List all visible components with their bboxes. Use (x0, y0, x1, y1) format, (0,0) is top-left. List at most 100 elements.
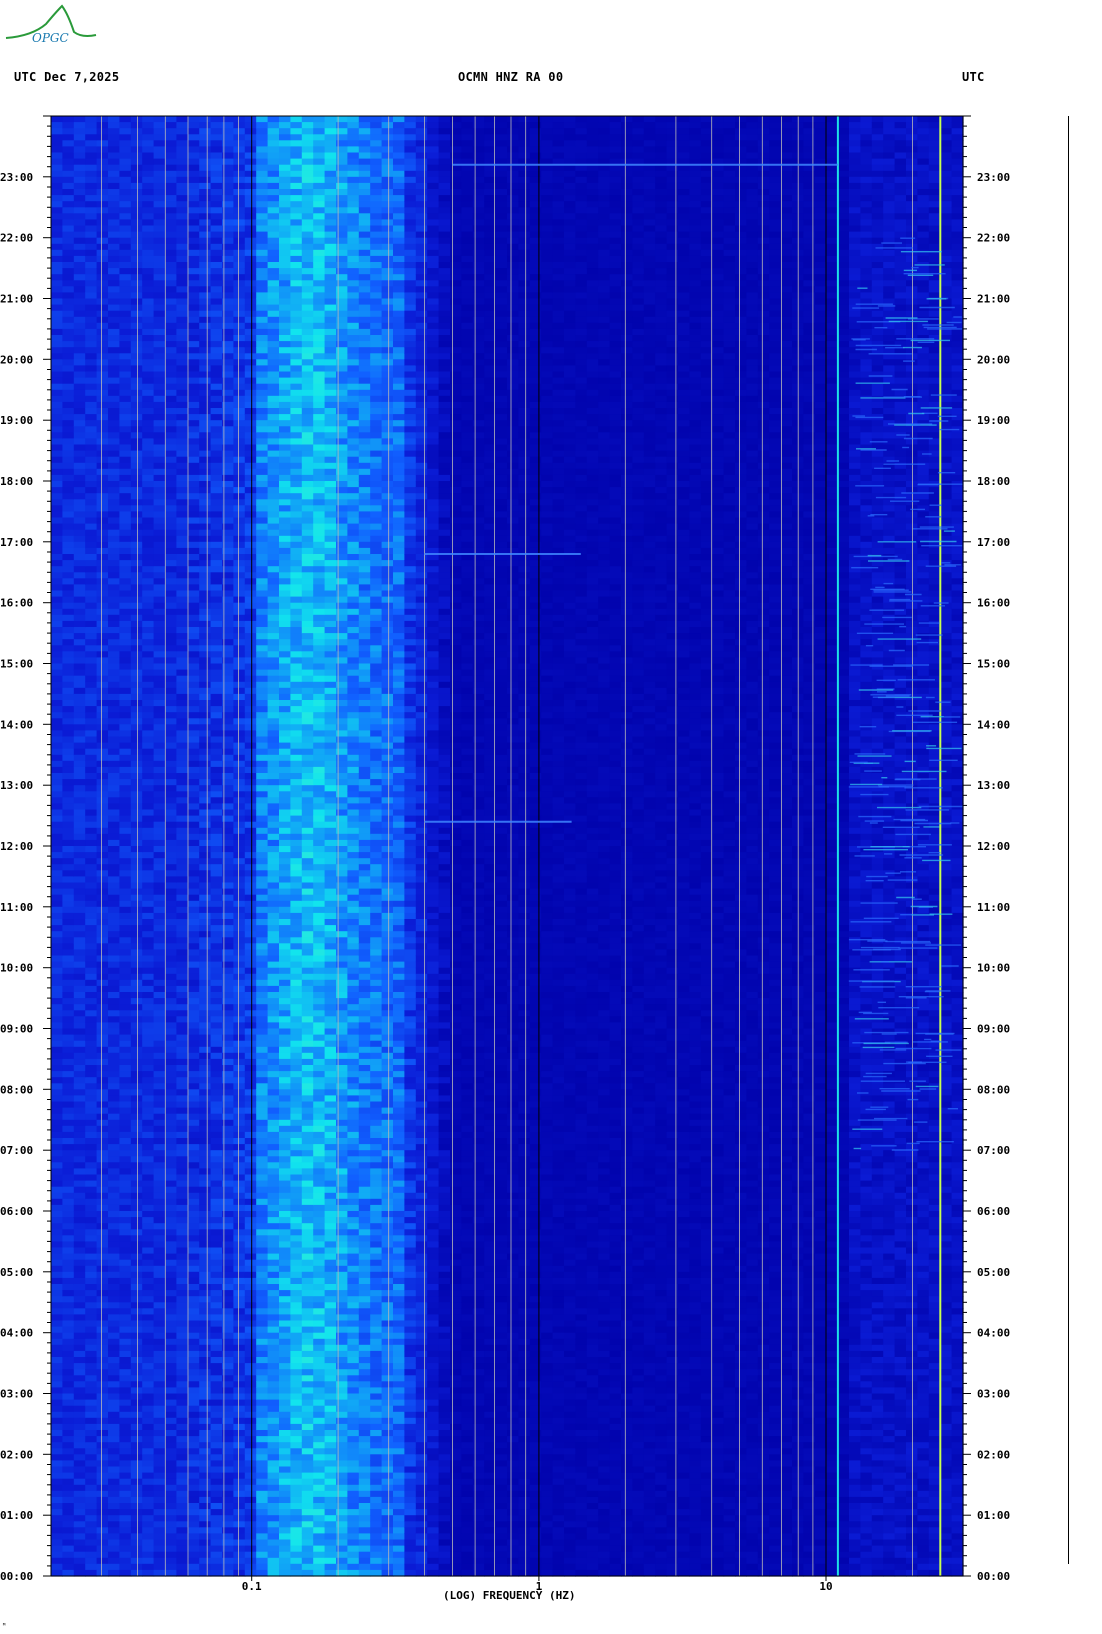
spectrogram-cell (74, 445, 86, 452)
spectrogram-cell (108, 475, 120, 482)
spectrogram-cell (279, 195, 291, 202)
spectrogram-cell (245, 858, 257, 865)
spectrogram-cell (245, 974, 257, 981)
spectrogram-cell (51, 1089, 63, 1096)
spectrogram-cell (62, 1424, 74, 1431)
spectrogram-cell (245, 280, 257, 287)
spectrogram-cell (62, 1187, 74, 1194)
spectrogram-cell (211, 1424, 223, 1431)
spectrogram-cell (108, 1430, 120, 1437)
spectrogram-cell (199, 943, 211, 950)
spectrogram-cell (165, 505, 177, 512)
spectrogram-cell (131, 791, 143, 798)
spectrogram-cell (165, 1138, 177, 1145)
spectrogram-cell (199, 1114, 211, 1121)
spectrogram-cell (142, 1467, 154, 1474)
spectrogram-cell (211, 451, 223, 458)
spectrogram-cell (279, 1035, 291, 1042)
spectrogram-cell (245, 1120, 257, 1127)
spectrogram-cell (268, 773, 280, 780)
spectrogram-cell (62, 810, 74, 817)
spectrogram-cell (233, 986, 245, 993)
spectrogram-cell (119, 335, 131, 342)
spectrogram-cell (108, 1448, 120, 1455)
spectrogram-cell (85, 1546, 97, 1553)
spectrogram-cell (62, 402, 74, 409)
spectrogram-cell (62, 1144, 74, 1151)
spectrogram-cell (233, 1102, 245, 1109)
spectrogram-cell (108, 864, 120, 871)
spectrogram-cell (176, 913, 188, 920)
spectrogram-cell (245, 268, 257, 275)
spectrogram-cell (62, 1254, 74, 1261)
spectrogram-cell (154, 712, 166, 719)
spectrogram-cell (97, 1126, 109, 1133)
spectrogram-cell (268, 949, 280, 956)
spectrogram-cell (142, 1089, 154, 1096)
spectrogram-cell (199, 1479, 211, 1486)
spectrogram-cell (51, 858, 63, 865)
spectrogram-cell (74, 1369, 86, 1376)
spectrogram-cell (154, 499, 166, 506)
spectrogram-cell (131, 359, 143, 366)
spectrogram-cell (154, 1229, 166, 1236)
spectrogram-cell (85, 718, 97, 725)
spectrogram-cell (188, 1345, 200, 1352)
spectrogram-cell (51, 554, 63, 561)
spectrogram-cell (245, 1527, 257, 1534)
spectrogram-cell (119, 207, 131, 214)
spectrogram-cell (97, 1168, 109, 1175)
spectrogram-cell (199, 670, 211, 677)
spectrogram-cell (119, 341, 131, 348)
spectrogram-cell (233, 743, 245, 750)
spectrogram-cell (97, 901, 109, 908)
spectrogram-cell (199, 1351, 211, 1358)
spectrogram-cell (268, 1345, 280, 1352)
spectrogram-cell (85, 232, 97, 239)
spectrogram-cell (245, 372, 257, 379)
spectrogram-cell (62, 329, 74, 336)
spectrogram-cell (85, 609, 97, 616)
spectrogram-cell (131, 213, 143, 220)
spectrogram-cell (108, 165, 120, 172)
spectrogram-cell (256, 219, 268, 226)
spectrogram-cell (154, 925, 166, 932)
spectrogram-cell (51, 1132, 63, 1139)
spectrogram-cell (233, 883, 245, 890)
spectrogram-cell (74, 870, 86, 877)
spectrogram-cell (233, 244, 245, 251)
spectrogram-cell (233, 797, 245, 804)
spectrogram-cell (256, 992, 268, 999)
spectrogram-cell (154, 639, 166, 646)
spectrogram-cell (176, 493, 188, 500)
spectrogram-cell (245, 1436, 257, 1443)
spectrogram-cell (256, 1375, 268, 1382)
spectrogram-cell (199, 1168, 211, 1175)
spectrogram-cell (245, 846, 257, 853)
spectrogram-cell (233, 907, 245, 914)
spectrogram-cell (188, 475, 200, 482)
spectrogram-cell (62, 353, 74, 360)
spectrogram-cell (233, 353, 245, 360)
spectrogram-cell (165, 816, 177, 823)
spectrogram-cell (256, 347, 268, 354)
spectrogram-cell (119, 676, 131, 683)
spectrogram-cell (131, 834, 143, 841)
spectrogram-cell (85, 1387, 97, 1394)
spectrogram-cell (85, 670, 97, 677)
spectrogram-cell (233, 1314, 245, 1321)
spectrogram-cell (279, 968, 291, 975)
spectrogram-cell (176, 1491, 188, 1498)
spectrogram-cell (51, 213, 63, 220)
spectrogram-cell (211, 299, 223, 306)
spectrogram-cell (62, 505, 74, 512)
spectrogram-cell (131, 639, 143, 646)
spectrogram-cell (51, 286, 63, 293)
spectrogram-cell (199, 207, 211, 214)
spectrogram-cell (142, 980, 154, 987)
spectrogram-cell (85, 937, 97, 944)
spectrogram-cell (108, 937, 120, 944)
spectrogram-cell (108, 779, 120, 786)
spectrogram-cell (108, 347, 120, 354)
spectrogram-cell (188, 1412, 200, 1419)
